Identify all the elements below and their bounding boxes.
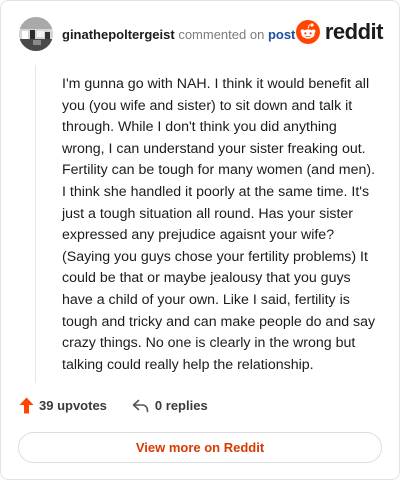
comment-embed-card: ginathepoltergeist commented on post red… xyxy=(0,0,400,480)
reddit-alien-icon xyxy=(295,20,320,44)
upvote-count: 39 upvotes xyxy=(39,398,107,413)
avatar-image xyxy=(19,17,53,51)
comment-header: ginathepoltergeist commented on post red… xyxy=(19,17,384,53)
reddit-logo[interactable]: reddit xyxy=(295,19,384,45)
view-more-button[interactable]: View more on Reddit xyxy=(18,432,382,463)
reddit-wordmark: reddit xyxy=(324,19,384,44)
upvote-button[interactable]: 39 upvotes xyxy=(19,397,107,414)
comment-actions: 39 upvotes 0 replies xyxy=(19,397,208,414)
username-link[interactable]: ginathepoltergeist xyxy=(62,27,175,42)
action-text: commented on xyxy=(178,27,265,42)
reply-arrow-icon xyxy=(132,399,149,412)
avatar[interactable] xyxy=(19,17,53,51)
comment-body: I'm gunna go with NAH. I think it would … xyxy=(62,76,376,373)
comment-meta: ginathepoltergeist commented on post xyxy=(62,27,295,42)
reply-count: 0 replies xyxy=(154,398,208,413)
replies-button[interactable]: 0 replies xyxy=(132,398,208,413)
upvote-arrow-icon xyxy=(19,397,34,414)
thread-line xyxy=(35,65,36,383)
post-link[interactable]: post xyxy=(268,27,295,42)
